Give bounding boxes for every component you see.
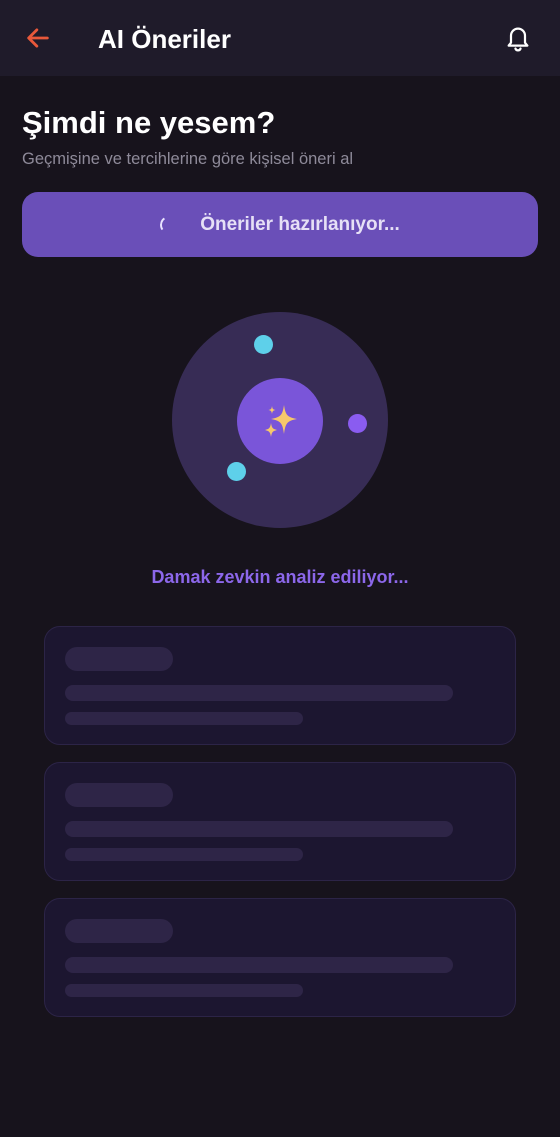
skeleton-line (65, 821, 453, 837)
get-recommendations-label: Öneriler hazırlanıyor... (200, 213, 400, 235)
sparkles-icon (265, 405, 297, 437)
orbit-core (237, 378, 323, 464)
skeleton-line (65, 712, 303, 725)
arrow-left-icon (27, 28, 49, 48)
notifications-button[interactable] (502, 20, 534, 56)
skeleton-line (65, 848, 303, 861)
skeleton-card (44, 626, 516, 745)
analysis-status-text: Damak zevkin analiz ediliyor... (151, 567, 409, 587)
skeleton-title (65, 647, 173, 671)
skeleton-line (65, 984, 303, 997)
skeleton-title (65, 919, 173, 943)
skeleton-line (65, 685, 453, 701)
orbit-dot-cyan-bottom (227, 462, 246, 481)
section-title: Şimdi ne yesem? (22, 105, 276, 140)
skeleton-line (65, 957, 453, 973)
bell-icon (507, 27, 529, 52)
section-subtitle: Geçmişine ve tercihlerine göre kişisel ö… (22, 150, 354, 168)
loading-spinner-icon (158, 214, 180, 235)
skeleton-card (44, 762, 516, 881)
skeleton-card (44, 898, 516, 1017)
top-app-bar: AI Öneriler (0, 0, 560, 76)
skeleton-title (65, 783, 173, 807)
back-button[interactable] (22, 22, 54, 54)
get-recommendations-button[interactable]: Öneriler hazırlanıyor... (22, 192, 538, 257)
orbit-dot-violet-right (348, 414, 367, 433)
analysis-orbit-animation (172, 312, 388, 528)
page-title: AI Öneriler (98, 24, 231, 54)
orbit-dot-cyan-top (254, 335, 273, 354)
app-screen: AI Öneriler Şimdi ne yesem? Geçmişine ve… (0, 0, 560, 1137)
